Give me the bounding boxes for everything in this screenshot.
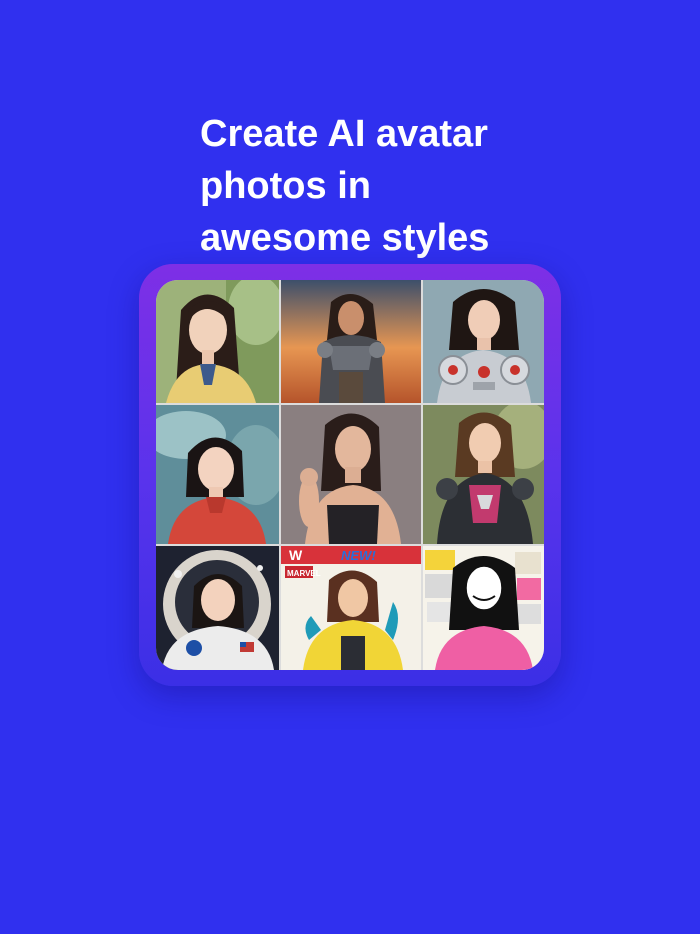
avatar-tile-painted-portrait bbox=[156, 280, 279, 403]
avatar-tile-fitness-portrait bbox=[281, 405, 421, 544]
avatar-tile-desert-warrior bbox=[281, 280, 421, 403]
avatar-gallery-grid: W NEW! MARVEL bbox=[156, 280, 544, 670]
headline-line-1: Create AI avatar bbox=[200, 113, 488, 155]
comic-banner-text: W bbox=[289, 547, 303, 563]
avatar-tile-astronaut bbox=[156, 546, 279, 670]
svg-text:NEW!: NEW! bbox=[341, 548, 376, 563]
comic-cover-text: MARVEL bbox=[287, 569, 321, 578]
avatar-tile-comic-ink bbox=[423, 546, 544, 670]
avatar-tile-comic-cover: W NEW! MARVEL bbox=[281, 546, 421, 670]
avatar-tile-robot-armor bbox=[423, 280, 544, 403]
headline: Create AI avatar photos in awesome style… bbox=[200, 108, 530, 264]
avatar-tile-superhero bbox=[423, 405, 544, 544]
avatar-tile-anime-portrait bbox=[156, 405, 279, 544]
avatar-gallery-frame: W NEW! MARVEL bbox=[139, 264, 561, 686]
headline-line-2: photos in bbox=[200, 165, 371, 207]
headline-line-3: awesome styles bbox=[200, 217, 490, 259]
